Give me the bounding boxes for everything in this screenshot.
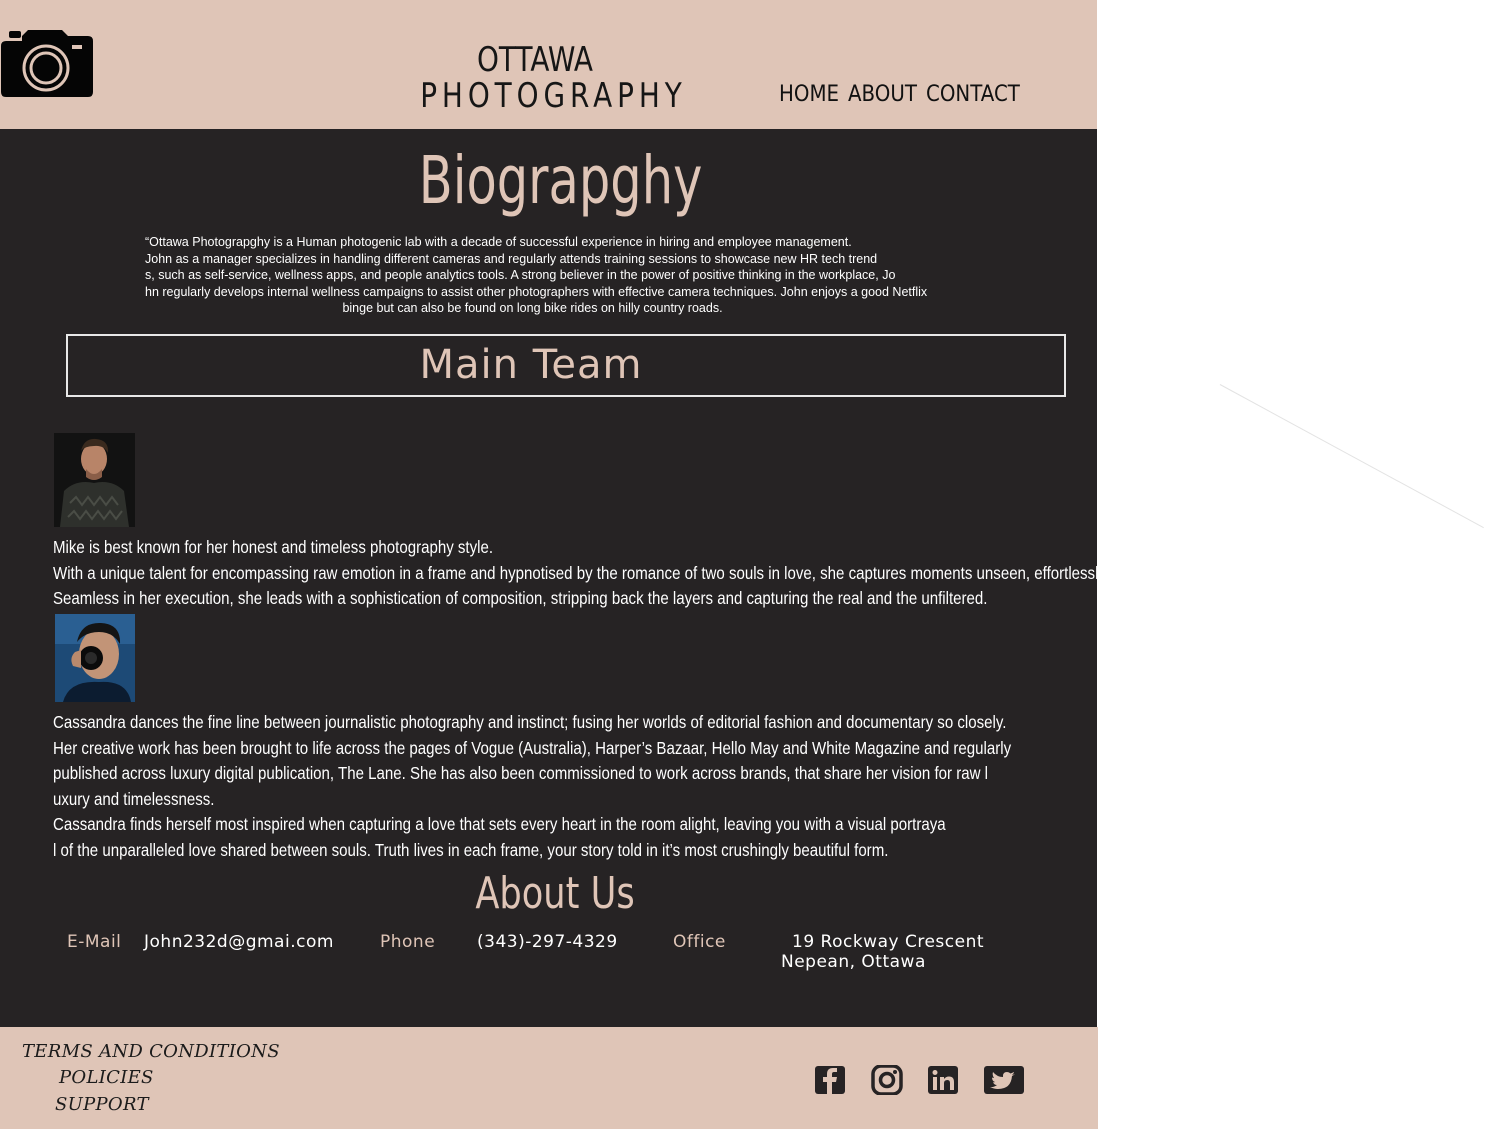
cassandra-portrait [55,614,135,702]
phone-label: Phone [380,932,436,952]
brand-line2: PHOTOGRAPHY [420,76,687,116]
facebook-icon[interactable] [814,1065,846,1095]
email-link[interactable]: John232d@gmai.com [144,932,334,952]
support-link[interactable]: SUPPORT [55,1094,149,1115]
stray-divider-line [1219,384,1484,529]
mike-bio-line: Seamless in her execution, she leads wit… [53,588,988,608]
office-label: Office [673,932,726,952]
terms-link[interactable]: TERMS AND CONDITIONS [22,1041,280,1062]
camera-icon[interactable] [0,30,94,98]
main-nav: HOME ABOUT CONTACT [779,82,1023,107]
nav-home[interactable]: HOME [779,82,839,107]
biography-title: Biograpghy [418,142,703,219]
biography-line: hn regularly develops internal wellness … [145,284,928,299]
policies-link[interactable]: POLICIES [59,1067,154,1088]
office-address-line2: Nepean, Ottawa [781,952,926,972]
biography-line: binge but can also be found on long bike… [342,301,723,315]
biography-line: s, such as self-service, wellness apps, … [145,268,896,282]
about-us-title: About Us [475,868,635,919]
instagram-icon[interactable] [871,1065,903,1095]
header: OTTAWA PHOTOGRAPHY HOME ABOUT CONTACT [0,0,1097,129]
linkedin-icon[interactable] [927,1065,959,1095]
email-label: E-Mail [67,932,122,952]
nav-about[interactable]: ABOUT [848,82,917,107]
biography-line: John as a manager specializes in handlin… [145,251,878,266]
office-address-line1: 19 Rockway Crescent [792,932,985,952]
phone-number[interactable]: (343)-297-4329 [477,932,618,952]
cassandra-bio-line: Her creative work has been brought to li… [53,737,1012,758]
nav-contact[interactable]: CONTACT [926,82,1020,107]
biography-text: “Ottawa Photograpghy is a Human photogen… [145,234,980,317]
cassandra-bio: Cassandra dances the fine line between j… [53,710,1011,863]
mike-bio-line: Mike is best known for her honest and ti… [53,537,494,557]
cassandra-bio-line: uxury and timelessness. [53,788,215,809]
biography-line: “Ottawa Photograpghy is a Human photogen… [145,235,852,249]
site-brand[interactable]: OTTAWA PHOTOGRAPHY [395,40,687,116]
mike-bio-line: With a unique talent for encompassing ra… [53,562,1110,583]
cassandra-bio-line: published across luxury digital publicat… [53,763,988,783]
cassandra-bio-line: Cassandra dances the fine line between j… [53,712,1007,732]
cassandra-bio-line: l of the unparalleled love shared betwee… [53,839,889,860]
brand-line1: OTTAWA [476,40,594,80]
mike-bio: Mike is best known for her honest and ti… [53,535,1109,612]
main-team-title: Main Team [419,342,643,388]
mike-portrait [54,433,135,527]
cassandra-bio-line: Cassandra finds herself most inspired wh… [53,814,946,834]
main-team-box: Main Team [66,334,1066,397]
twitter-icon[interactable] [983,1065,1025,1095]
